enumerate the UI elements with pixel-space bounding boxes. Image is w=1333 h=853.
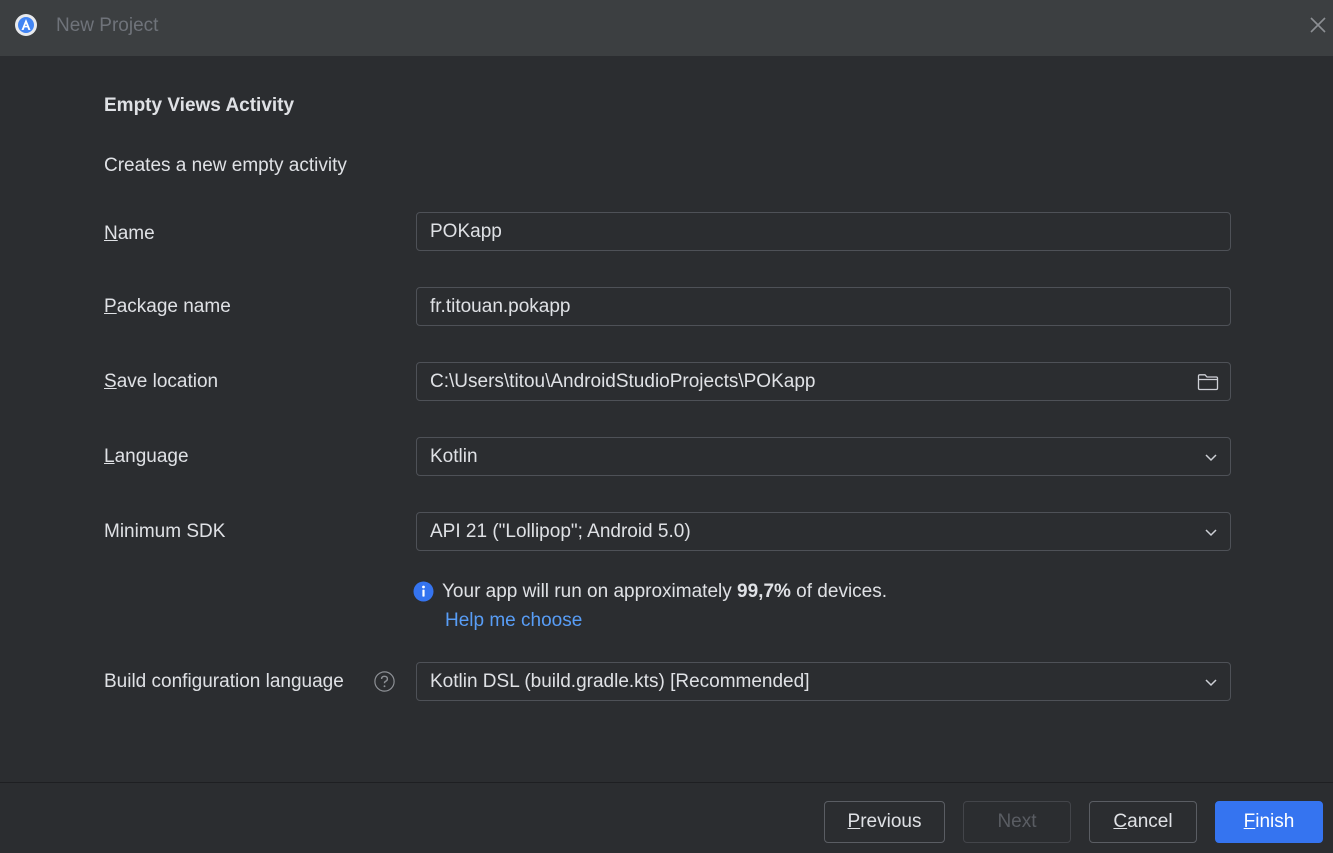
name-label-text: ame <box>117 223 155 244</box>
save-location-field-value: C:\Users\titou\AndroidStudioProjects\POK… <box>430 371 816 392</box>
title-bar: New Project <box>0 0 1333 56</box>
finish-button-mnemonic: F <box>1243 811 1256 832</box>
info-icon <box>413 581 434 602</box>
previous-button-mnemonic: P <box>847 811 861 832</box>
cancel-button-mnemonic: C <box>1113 811 1128 832</box>
name-field-value: POKapp <box>430 221 502 242</box>
package-name-label-mnemonic: P <box>104 296 117 317</box>
language-label: Language <box>104 445 189 469</box>
build-config-language-label: Build configuration language <box>104 671 344 692</box>
previous-button-text: revious <box>860 811 922 832</box>
name-label: Name <box>104 222 155 246</box>
sdk-coverage-text: Your app will run on approximately 99,7%… <box>442 580 887 604</box>
minimum-sdk-dropdown-value: API 21 ("Lollipop"; Android 5.0) <box>430 521 691 542</box>
build-config-language-value: Kotlin DSL (build.gradle.kts) [Recommend… <box>430 671 810 692</box>
package-name-field-value: fr.titouan.pokapp <box>430 296 571 317</box>
name-field[interactable]: POKapp <box>416 212 1231 251</box>
window-title: New Project <box>56 15 159 36</box>
cancel-button[interactable]: Cancel <box>1089 801 1197 843</box>
package-name-label-text: ackage name <box>116 296 231 317</box>
template-description: Creates a new empty activity <box>104 155 347 176</box>
save-location-field[interactable]: C:\Users\titou\AndroidStudioProjects\POK… <box>416 362 1231 401</box>
minimum-sdk-dropdown[interactable]: API 21 ("Lollipop"; Android 5.0) <box>416 512 1231 551</box>
build-config-language-dropdown[interactable]: Kotlin DSL (build.gradle.kts) [Recommend… <box>416 662 1231 701</box>
template-title: Empty Views Activity <box>104 95 295 116</box>
new-project-dialog: New Project Empty Views Activity Creates… <box>0 0 1333 853</box>
finish-button-text: inish <box>1255 811 1295 832</box>
language-dropdown[interactable]: Kotlin <box>416 437 1231 476</box>
chevron-down-icon <box>1205 454 1217 462</box>
sdk-coverage-suffix: of devices. <box>790 581 888 602</box>
android-studio-icon <box>15 14 37 36</box>
name-label-mnemonic: N <box>104 223 118 244</box>
language-dropdown-value: Kotlin <box>430 446 478 467</box>
package-name-field[interactable]: fr.titouan.pokapp <box>416 287 1231 326</box>
save-location-label-mnemonic: S <box>104 371 117 392</box>
chevron-down-icon <box>1205 679 1217 687</box>
folder-icon[interactable] <box>1197 373 1219 391</box>
minimum-sdk-label: Minimum SDK <box>104 521 226 542</box>
language-label-mnemonic: L <box>104 446 115 467</box>
previous-button[interactable]: Previous <box>824 801 945 843</box>
close-icon[interactable] <box>1307 14 1329 36</box>
save-location-label: Save location <box>104 370 218 394</box>
help-me-choose-link[interactable]: Help me choose <box>445 609 582 633</box>
next-button[interactable]: Next <box>963 801 1071 843</box>
cancel-button-text: ancel <box>1127 811 1173 832</box>
sdk-coverage-prefix: Your app will run on approximately <box>442 581 738 602</box>
chevron-down-icon <box>1205 529 1217 537</box>
footer-divider <box>0 782 1333 783</box>
dialog-content: Empty Views Activity Creates a new empty… <box>0 56 1333 782</box>
language-label-text: anguage <box>114 446 189 467</box>
save-location-label-text: ave location <box>116 371 219 392</box>
finish-button[interactable]: Finish <box>1215 801 1323 843</box>
next-button-text: Next <box>997 811 1037 832</box>
help-question-icon[interactable] <box>374 671 395 692</box>
package-name-label: Package name <box>104 295 231 319</box>
sdk-coverage-percentage: 99,7% <box>737 581 791 602</box>
